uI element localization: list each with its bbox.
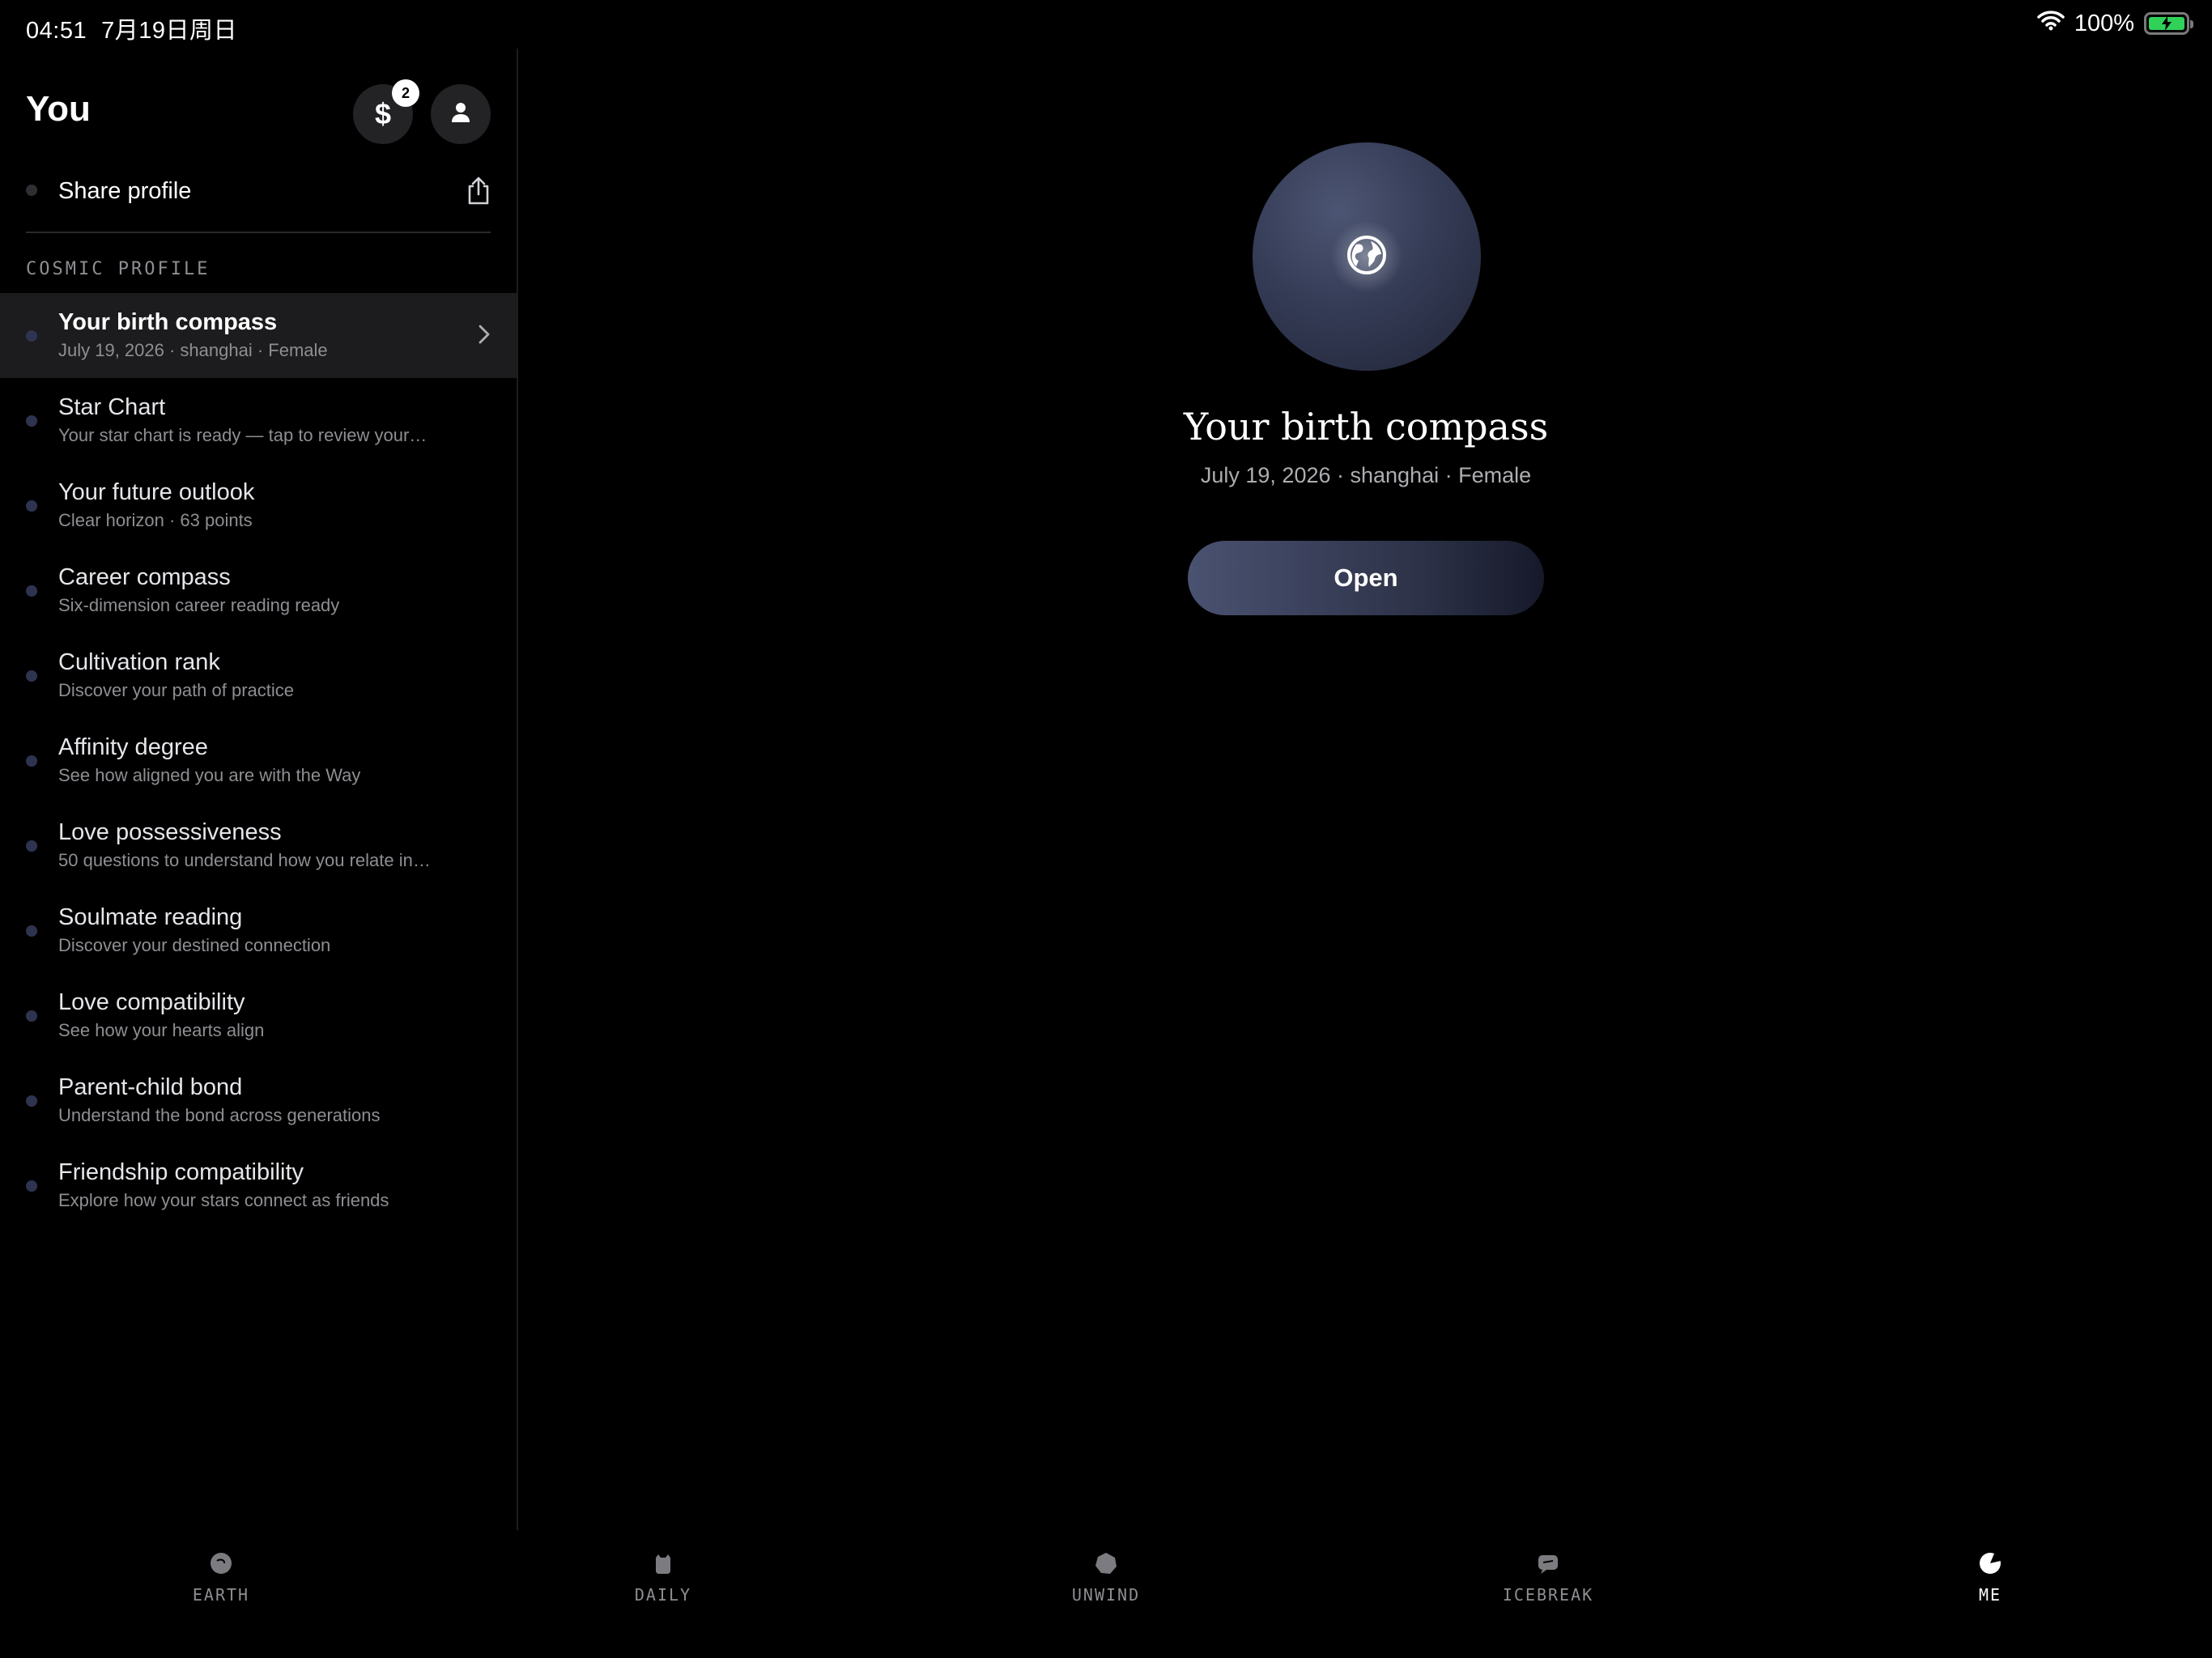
tab-unwind[interactable]: UNWIND — [1025, 1550, 1187, 1630]
detail-pane: Your birth compass July 19, 2026 · shang… — [520, 49, 2212, 1530]
tab-label: EARTH — [192, 1585, 250, 1605]
earth-icon — [207, 1550, 235, 1577]
app-screen: 04:51 7月19日周日 100% You $ 2 Share profile… — [0, 0, 2212, 1658]
bullet-dot — [26, 755, 37, 767]
chevron-right-icon — [478, 324, 491, 349]
globe-icon — [1345, 233, 1389, 281]
tab-icebreak[interactable]: ICEBREAK — [1467, 1550, 1629, 1630]
bullet-dot — [26, 585, 37, 597]
bullet-dot — [26, 415, 37, 427]
list-item-soulmate-reading[interactable]: Soulmate reading Discover your destined … — [0, 888, 517, 973]
list-item-love-compatibility[interactable]: Love compatibility See how your hearts a… — [0, 973, 517, 1058]
list-item-title: Your birth compass — [58, 309, 278, 335]
cosmic-profile-list: Your birth compass July 19, 2026 · shang… — [0, 293, 517, 1228]
bullet-dot — [26, 330, 37, 342]
bullet-dot — [26, 1095, 37, 1107]
status-time: 04:51 7月19日周日 — [26, 11, 237, 45]
dollar-icon: $ — [374, 97, 392, 130]
list-item-cultivation-rank[interactable]: Cultivation rank Discover your path of p… — [0, 633, 517, 718]
bullet-dot — [26, 500, 37, 512]
coins-button[interactable]: $ 2 — [353, 79, 419, 144]
list-item-parent-child-bond[interactable]: Parent-child bond Understand the bond ac… — [0, 1058, 517, 1143]
list-item-title: Soulmate reading — [58, 904, 243, 930]
tab-label: DAILY — [634, 1585, 692, 1605]
list-item-subtitle: Six-dimension career reading ready — [58, 595, 340, 615]
tab-label: UNWIND — [1071, 1585, 1141, 1605]
list-item-subtitle: 50 questions to understand how you relat… — [58, 850, 431, 870]
bullet-dot — [26, 185, 37, 196]
list-item-subtitle: Discover your destined connection — [58, 935, 331, 955]
list-item-title: Your future outlook — [58, 479, 255, 505]
tab-me[interactable]: ME — [1909, 1550, 2071, 1630]
open-button[interactable]: Open — [1188, 541, 1544, 615]
section-label: COSMIC PROFILE — [26, 259, 211, 279]
coin-badge: 2 — [392, 79, 419, 107]
list-item-title: Affinity degree — [58, 734, 208, 760]
list-item-love-possessiveness[interactable]: Love possessiveness 50 questions to unde… — [0, 803, 517, 888]
bullet-dot — [26, 840, 37, 852]
sidebar-header: You $ 2 — [26, 79, 491, 146]
tab-label: ME — [1978, 1585, 2002, 1605]
tab-earth[interactable]: EARTH — [140, 1550, 302, 1630]
compass-orb — [1253, 142, 1481, 371]
page-title: You — [26, 89, 91, 129]
list-item-title: Parent-child bond — [58, 1074, 243, 1100]
list-item-affinity-degree[interactable]: Affinity degree See how aligned you are … — [0, 718, 517, 803]
person-icon — [449, 100, 473, 129]
list-item-future-outlook[interactable]: Your future outlook Clear horizon · 63 p… — [0, 463, 517, 548]
list-item-title: Cultivation rank — [58, 649, 220, 675]
list-item-friendship-compatibility[interactable]: Friendship compatibility Explore how you… — [0, 1143, 517, 1228]
detail-title: Your birth compass — [1183, 405, 1549, 449]
list-item-subtitle: Your star chart is ready — tap to review… — [58, 425, 428, 445]
tab-label: ICEBREAK — [1502, 1585, 1594, 1605]
tab-daily[interactable]: DAILY — [582, 1550, 744, 1630]
list-item-title: Career compass — [58, 564, 231, 590]
battery-fill — [2149, 16, 2184, 31]
share-profile-label: Share profile — [58, 178, 192, 204]
share-profile-row[interactable]: Share profile — [26, 168, 491, 217]
sidebar: You $ 2 Share profile COSMIC PROFILE You… — [0, 49, 518, 1530]
list-item-career-compass[interactable]: Career compass Six-dimension career read… — [0, 548, 517, 633]
list-item-subtitle: See how aligned you are with the Way — [58, 765, 361, 785]
list-item-subtitle: Explore how your stars connect as friend… — [58, 1190, 389, 1210]
me-icon — [1976, 1550, 2004, 1577]
bullet-dot — [26, 670, 37, 682]
battery-percent: 100% — [2074, 10, 2134, 36]
account-button[interactable] — [431, 84, 491, 144]
list-item-title: Love possessiveness — [58, 819, 282, 845]
wifi-icon — [2037, 10, 2065, 37]
list-item-subtitle: July 19, 2026 · shanghai · Female — [58, 340, 328, 360]
detail-meta: July 19, 2026 · shanghai · Female — [1200, 463, 1532, 487]
list-item-star-chart[interactable]: Star Chart Your star chart is ready — ta… — [0, 378, 517, 463]
share-icon[interactable] — [466, 176, 491, 210]
status-date: 7月19日周日 — [101, 18, 237, 44]
list-item-title: Love compatibility — [58, 989, 245, 1015]
list-item-title: Star Chart — [58, 394, 166, 420]
icebreak-icon — [1534, 1550, 1562, 1577]
status-indicators: 100% — [2037, 10, 2193, 37]
divider — [26, 232, 491, 233]
tab-bar: EARTH DAILY UNWIND ICEBREAK ME — [0, 1530, 2212, 1658]
bullet-dot — [26, 1180, 37, 1192]
battery-icon — [2144, 12, 2193, 35]
bullet-dot — [26, 1010, 37, 1022]
bullet-dot — [26, 925, 37, 937]
list-item-subtitle: See how your hearts align — [58, 1020, 265, 1040]
list-item-birth-compass[interactable]: Your birth compass July 19, 2026 · shang… — [0, 293, 517, 378]
status-clock: 04:51 — [26, 18, 87, 44]
list-item-subtitle: Clear horizon · 63 points — [58, 510, 253, 530]
list-item-subtitle: Discover your path of practice — [58, 680, 295, 700]
daily-icon — [649, 1550, 677, 1577]
list-item-subtitle: Understand the bond across generations — [58, 1105, 381, 1125]
unwind-icon — [1092, 1550, 1120, 1577]
list-item-title: Friendship compatibility — [58, 1159, 304, 1185]
